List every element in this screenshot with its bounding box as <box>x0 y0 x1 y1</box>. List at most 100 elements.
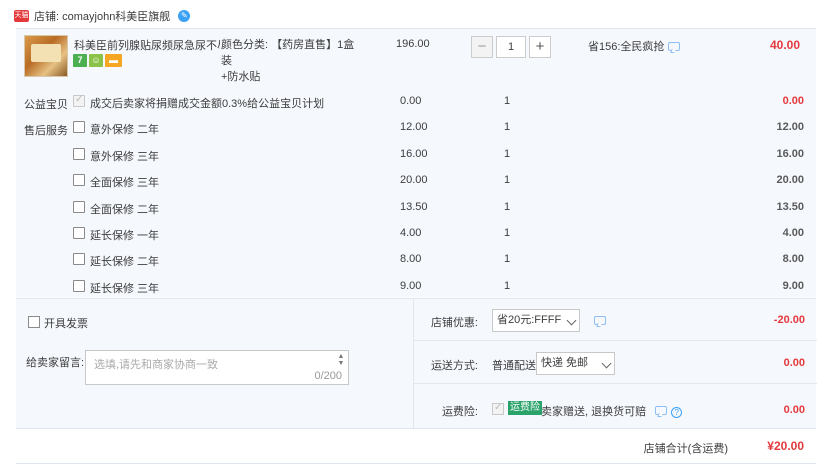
after-sales-label: 售后服务 <box>24 125 68 137</box>
service-total: 9.00 <box>782 280 804 292</box>
discount-select[interactable]: 省20元:FFFF <box>492 309 580 332</box>
discount-label: 店铺优惠: <box>430 317 478 329</box>
spec-line-1: 颜色分类: 【药房直售】1盒装 <box>221 39 355 67</box>
service-qty: 1 <box>504 201 511 213</box>
insurance-checkbox <box>492 402 504 415</box>
service-price: 16.00 <box>400 148 428 160</box>
charity-row: 公益宝贝 成交后卖家将捐赠成交金额0.3%给公益宝贝计划 0.00 1 0.00 <box>16 91 816 117</box>
tmall-logo-icon: 天猫 <box>14 10 29 22</box>
shipping-total: 0.00 <box>783 357 805 369</box>
service-checkbox[interactable] <box>73 201 85 213</box>
shop-total-label: 店铺合计(含运费) <box>643 443 728 455</box>
message-box: ▲▼ 0/200 <box>85 350 349 385</box>
insurance-row: 运费险: 运费险 卖家赠送, 退换货可赔 ? 0.00 <box>414 385 817 427</box>
service-price: 9.00 <box>400 280 422 292</box>
seven-day-return-icon[interactable]: 7 <box>73 54 87 67</box>
insurance-tag: 运费险 <box>508 401 542 415</box>
chevron-down-icon <box>566 315 577 326</box>
shipping-type: 普通配送 <box>492 360 536 372</box>
quantity-stepper: − 1 + <box>471 36 551 58</box>
charity-text: 成交后卖家将捐赠成交金额0.3%给公益宝贝计划 <box>90 98 325 110</box>
insurance-text-label: 卖家赠送, 退换货可赔 <box>541 406 647 418</box>
wangwang-chat-icon[interactable]: ✎ <box>178 10 191 22</box>
service-checkbox[interactable] <box>73 227 85 239</box>
quantity-plus-button[interactable]: + <box>529 36 551 58</box>
invoice-label[interactable]: 开具发票 <box>44 315 88 331</box>
service-name: 延长保修 二年 <box>90 256 160 268</box>
service-name: 延长保修 一年 <box>90 230 160 242</box>
service-checkbox[interactable] <box>73 121 85 133</box>
service-row: 延长保修 一年 4.00 1 4.00 <box>16 223 816 249</box>
service-total: 20.00 <box>776 174 804 186</box>
service-qty: 1 <box>504 280 511 292</box>
order-options-block: 开具发票 给卖家留言: ▲▼ 0/200 店铺优惠: 省20元:FFFF -20… <box>16 298 817 429</box>
product-badges: 7 ☺ ▬ <box>73 54 122 67</box>
consumer-protection-icon[interactable]: ☺ <box>89 54 103 67</box>
discount-chat-icon[interactable] <box>594 316 606 325</box>
charity-qty: 1 <box>504 95 511 107</box>
product-thumbnail[interactable] <box>24 35 68 77</box>
service-qty: 1 <box>504 148 511 160</box>
service-name: 意外保修 二年 <box>90 124 160 136</box>
service-row: 全面保修 二年 13.50 1 13.50 <box>16 197 816 223</box>
invoice-checkbox[interactable] <box>28 316 40 328</box>
shop-header: 天猫 店铺: comayjohn科美臣旗舰 ✎ <box>14 6 191 26</box>
quantity-minus-button[interactable]: − <box>471 36 493 58</box>
shipping-row: 运送方式: 普通配送 快递 免邮 0.00 <box>414 342 817 384</box>
service-name: 全面保修 二年 <box>90 204 160 216</box>
service-row: 延长保修 二年 8.00 1 8.00 <box>16 249 816 275</box>
service-row: 意外保修 三年 16.00 1 16.00 <box>16 144 816 170</box>
service-row: 售后服务 意外保修 二年 12.00 1 12.00 <box>16 117 816 143</box>
insurance-total: 0.00 <box>783 404 805 416</box>
service-qty: 1 <box>504 227 511 239</box>
item-block: 科美臣前列腺贴尿频尿急尿不尽... 7 ☺ ▬ 颜色分类: 【药房直售】1盒装 … <box>16 28 816 297</box>
message-label: 给卖家留言: <box>26 357 85 369</box>
message-scroll-arrows-icon[interactable]: ▲ ▼ <box>337 353 345 367</box>
shop-name-link[interactable]: 店铺: comayjohn科美臣旗舰 <box>34 8 170 24</box>
service-checkbox[interactable] <box>73 253 85 265</box>
insurance-label: 运费险: <box>441 406 478 418</box>
service-total: 4.00 <box>782 227 804 239</box>
service-name: 意外保修 三年 <box>90 151 160 163</box>
service-total: 13.50 <box>776 201 804 213</box>
product-spec: 颜色分类: 【药房直售】1盒装 +防水贴 <box>221 37 361 85</box>
charity-price: 0.00 <box>400 95 422 107</box>
service-total: 8.00 <box>782 253 804 265</box>
credit-card-icon[interactable]: ▬ <box>105 54 122 67</box>
product-thumbnail-box <box>31 44 61 62</box>
help-icon[interactable]: ? <box>671 407 683 418</box>
insurance-text: 卖家赠送, 退换货可赔 ? <box>541 403 683 419</box>
charity-total: 0.00 <box>782 95 804 107</box>
discount-total: -20.00 <box>773 314 805 326</box>
discount-row: 店铺优惠: 省20元:FFFF -20.00 <box>414 299 817 341</box>
message-char-counter: 0/200 <box>314 370 342 382</box>
service-checkbox[interactable] <box>73 280 85 292</box>
promotion-chat-icon[interactable] <box>668 41 681 51</box>
shop-total-row: 店铺合计(含运费) ¥20.00 <box>16 428 816 464</box>
order-summary-panel: 店铺优惠: 省20元:FFFF -20.00 运送方式: 普通配送 快递 免邮 … <box>413 299 817 429</box>
service-checkbox[interactable] <box>73 174 85 186</box>
promotion: 省156:全民疯抢 <box>588 38 681 54</box>
service-name: 延长保修 三年 <box>90 283 160 295</box>
service-qty: 1 <box>504 174 511 186</box>
spec-line-2: +防水贴 <box>221 71 261 83</box>
item-total: 40.00 <box>769 38 800 52</box>
service-price: 20.00 <box>400 174 428 186</box>
service-price: 8.00 <box>400 253 422 265</box>
service-checkbox[interactable] <box>73 148 85 160</box>
message-input[interactable] <box>86 351 326 384</box>
charity-label: 公益宝贝 <box>24 99 68 111</box>
chevron-down-icon <box>601 358 612 369</box>
service-total: 16.00 <box>776 148 804 160</box>
service-name: 全面保修 三年 <box>90 177 160 189</box>
insurance-chat-icon[interactable] <box>655 406 668 415</box>
shipping-select[interactable]: 快递 免邮 <box>536 352 615 375</box>
service-row: 全面保修 三年 20.00 1 20.00 <box>16 170 816 196</box>
service-total: 12.00 <box>776 121 804 133</box>
service-qty: 1 <box>504 121 511 133</box>
service-price: 13.50 <box>400 201 428 213</box>
promotion-text: 省156:全民疯抢 <box>588 41 665 53</box>
discount-selected: 省20元:FFFF <box>497 314 562 326</box>
quantity-input[interactable]: 1 <box>496 36 526 58</box>
product-title-link[interactable]: 科美臣前列腺贴尿频尿急尿不尽... <box>74 37 220 53</box>
